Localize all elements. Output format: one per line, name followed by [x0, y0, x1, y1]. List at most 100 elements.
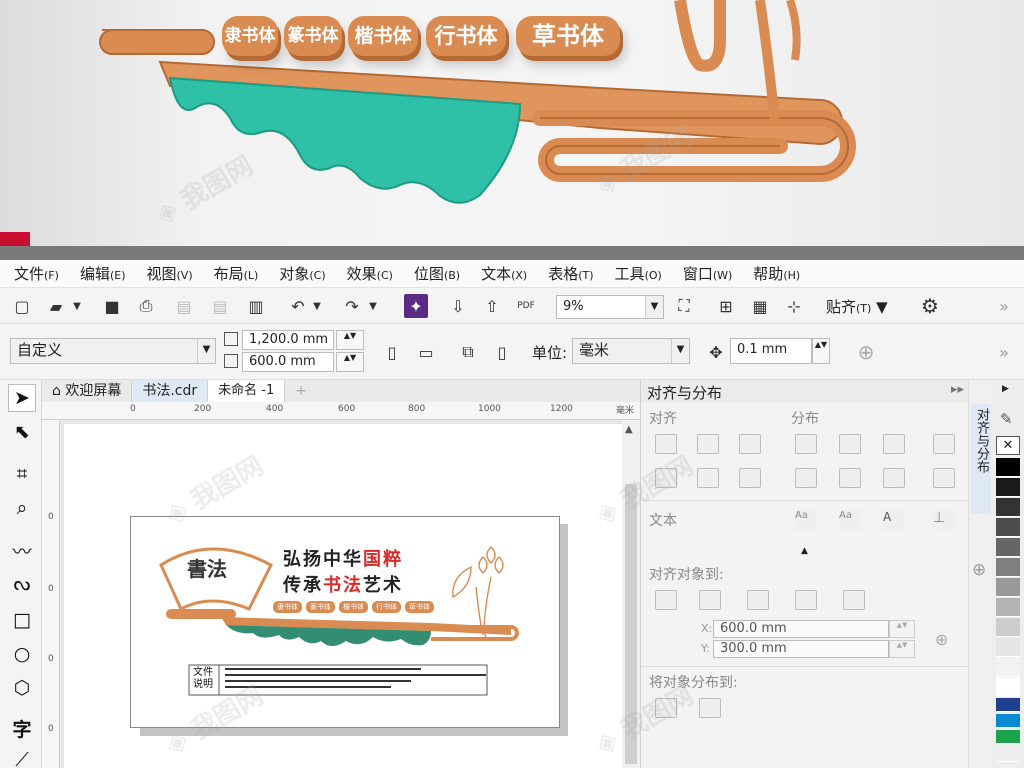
x-spinner[interactable]: ▲▼ [889, 620, 915, 638]
open-dropdown-icon[interactable]: ▼ [70, 294, 84, 318]
collapse-arrow-icon[interactable]: ▲ [801, 546, 808, 556]
distribute-spacing-v-icon[interactable] [933, 468, 955, 488]
show-rulers-icon[interactable]: ⊞ [714, 294, 738, 318]
y-coordinate-input[interactable]: 300.0 mm [713, 640, 889, 658]
all-pages-icon[interactable]: ⧉ [456, 340, 480, 364]
nudge-spinner[interactable]: ▲▼ [812, 338, 830, 364]
units-select[interactable]: 毫米 ▼ [572, 338, 690, 364]
snap-to-menu[interactable]: 贴齐(T) ▼ [826, 296, 888, 317]
color-swatch[interactable] [996, 458, 1020, 477]
menu-help[interactable]: 帮助(H) [753, 263, 800, 284]
redo-icon[interactable]: ↷ [340, 294, 364, 318]
publish-pdf-icon[interactable]: PDF [514, 294, 538, 318]
tab-calligraphy[interactable]: 书法.cdr [132, 380, 209, 402]
page-edge-icon[interactable] [699, 590, 721, 610]
align-left-icon[interactable] [655, 434, 677, 454]
propbar-overflow-icon[interactable]: » [992, 340, 1016, 364]
color-swatch[interactable] [996, 538, 1020, 557]
color-swatch[interactable] [996, 558, 1020, 577]
show-guidelines-icon[interactable]: ⊹ [782, 294, 806, 318]
page-width-input[interactable]: 1,200.0 mm [242, 330, 334, 350]
color-swatch[interactable] [996, 698, 1020, 712]
docker-expand-icon[interactable]: ▸▸ [951, 382, 964, 397]
menu-tools[interactable]: 工具(O) [615, 263, 662, 284]
relative-position-icon[interactable]: ⊕ [935, 630, 948, 649]
specified-point-icon[interactable] [843, 590, 865, 610]
line-tool-icon[interactable]: ⟋ [8, 746, 36, 774]
zoom-tool-icon[interactable]: ⌕ [8, 494, 36, 522]
side-tab-align-distribute[interactable]: 对齐与分布 [971, 404, 991, 514]
menu-text[interactable]: 文本(X) [481, 263, 527, 284]
undo-dropdown-icon[interactable]: ▼ [310, 294, 324, 318]
search-content-icon[interactable]: ✦ [404, 294, 428, 318]
zoom-level-select[interactable]: 9% ▼ [556, 295, 664, 319]
drawing-canvas[interactable]: 書法 弘扬中华国粹 传承书法艺术 隶书体 篆书体 楷书体 行书体 草书体 文件说… [60, 420, 640, 768]
menu-layout[interactable]: 布局(L) [214, 263, 259, 284]
rectangle-tool-icon[interactable]: □ [8, 606, 36, 634]
menu-file[interactable]: 文件(F) [14, 263, 59, 284]
nudge-distance-input[interactable]: 0.1 mm [730, 338, 812, 364]
distribute-bottom-icon[interactable] [883, 468, 905, 488]
text-bounding-box-icon[interactable]: A [883, 510, 905, 530]
menu-edit[interactable]: 编辑(E) [80, 263, 126, 284]
height-spinner[interactable]: ▲▼ [336, 352, 364, 372]
tab-untitled[interactable]: 未命名 -1 [208, 380, 286, 402]
add-icon[interactable]: ⊕ [854, 340, 878, 364]
print-icon[interactable]: ⎙ [134, 294, 158, 318]
y-spinner[interactable]: ▲▼ [889, 640, 915, 658]
save-icon[interactable]: ■ [100, 294, 124, 318]
text-outline-icon[interactable]: ⊥ [933, 510, 955, 530]
menu-object[interactable]: 对象(C) [279, 263, 325, 284]
desktop-area[interactable]: 書法 弘扬中华国粹 传承书法艺术 隶书体 篆书体 楷书体 行书体 草书体 文件说… [64, 424, 624, 768]
copy-icon[interactable]: ▤ [208, 294, 232, 318]
distribute-top-icon[interactable] [795, 468, 817, 488]
polygon-tool-icon[interactable]: ⬡ [8, 674, 36, 702]
color-swatch[interactable] [996, 638, 1020, 657]
redo-dropdown-icon[interactable]: ▼ [366, 294, 380, 318]
color-swatch[interactable] [996, 746, 1020, 762]
menu-table[interactable]: 表格(T) [548, 263, 593, 284]
color-swatch[interactable] [996, 478, 1020, 497]
vertical-scrollbar[interactable]: ▲ [622, 420, 640, 768]
export-icon[interactable]: ⇧ [480, 294, 504, 318]
no-fill-swatch[interactable]: ✕ [996, 436, 1020, 455]
align-top-icon[interactable] [655, 468, 677, 488]
grid-icon[interactable] [795, 590, 817, 610]
page-center-icon[interactable] [747, 590, 769, 610]
distribute-right-icon[interactable] [883, 434, 905, 454]
page-size-select[interactable]: 自定义 ▼ [10, 338, 216, 364]
distribute-page-icon[interactable] [699, 698, 721, 718]
cut-icon[interactable]: ▤ [172, 294, 196, 318]
eyedropper-icon[interactable]: ✎ [1000, 410, 1013, 428]
color-swatch[interactable] [996, 518, 1020, 537]
freehand-tool-icon[interactable]: 〰 [8, 536, 36, 564]
text-tool-icon[interactable]: 字 [8, 714, 36, 742]
palette-scroll-up-icon[interactable]: ▶ [1002, 384, 1009, 394]
menu-window[interactable]: 窗口(W) [683, 263, 732, 284]
align-center-h-icon[interactable] [697, 434, 719, 454]
artistic-media-icon[interactable]: ᔓ [8, 570, 36, 598]
align-right-icon[interactable] [739, 434, 761, 454]
toolbar-overflow-icon[interactable]: » [992, 294, 1016, 318]
menu-view[interactable]: 视图(V) [147, 263, 193, 284]
landscape-icon[interactable]: ▭ [414, 340, 438, 364]
new-tab-icon[interactable]: + [285, 380, 317, 402]
width-spinner[interactable]: ▲▼ [336, 330, 364, 350]
open-folder-icon[interactable]: ▰ [44, 294, 68, 318]
align-center-v-icon[interactable] [697, 468, 719, 488]
page-height-input[interactable]: 600.0 mm [242, 352, 334, 372]
color-swatch[interactable] [996, 714, 1020, 728]
current-page-icon[interactable]: ▯ [490, 340, 514, 364]
distribute-selection-icon[interactable] [655, 698, 677, 718]
x-coordinate-input[interactable]: 600.0 mm [713, 620, 889, 638]
import-icon[interactable]: ⇩ [446, 294, 470, 318]
menu-bitmaps[interactable]: 位图(B) [414, 263, 460, 284]
distribute-middle-icon[interactable] [839, 468, 861, 488]
color-swatch[interactable] [996, 578, 1020, 597]
ellipse-tool-icon[interactable]: ○ [8, 640, 36, 668]
distribute-spacing-h-icon[interactable] [933, 434, 955, 454]
align-bottom-icon[interactable] [739, 468, 761, 488]
crop-tool-icon[interactable]: ⌗ [8, 460, 36, 488]
scroll-thumb[interactable] [625, 484, 637, 764]
distribute-left-icon[interactable] [795, 434, 817, 454]
